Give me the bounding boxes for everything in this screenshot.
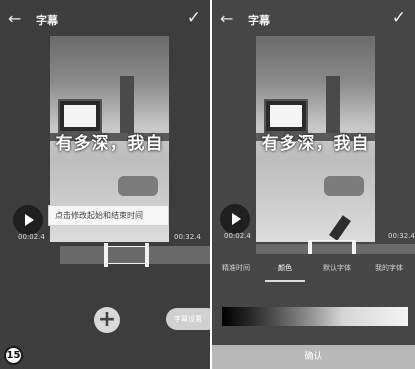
video-scene-tv	[264, 99, 308, 133]
color-picker-slider[interactable]	[222, 307, 408, 326]
range-end-handle[interactable]	[145, 243, 149, 267]
back-arrow-icon[interactable]: ←	[8, 10, 21, 28]
page-title: 字幕	[36, 14, 58, 27]
tab-default-font[interactable]: 默认字体	[323, 263, 351, 273]
step-number-badge: 15	[4, 346, 23, 365]
time-end: 00:32.4	[388, 232, 415, 240]
back-arrow-icon[interactable]: ←	[220, 10, 233, 28]
confirm-button[interactable]: 确认	[212, 345, 415, 369]
time-start: 00:02.4	[224, 232, 251, 240]
video-scene-object	[118, 176, 158, 196]
top-bar: ← 字幕 ✓	[212, 0, 415, 40]
video-scene-tv	[58, 99, 102, 133]
subtitle-settings-button[interactable]: 字幕设置	[166, 308, 210, 330]
tab-my-font[interactable]: 我的字体	[375, 263, 403, 273]
checkmark-icon[interactable]: ✓	[392, 9, 406, 27]
tab-precise-time[interactable]: 精准时间	[222, 263, 250, 273]
video-scene-object	[329, 215, 351, 241]
video-preview[interactable]: 有多深，我自	[256, 36, 375, 242]
play-icon[interactable]	[220, 204, 250, 234]
video-subtitle-text: 有多深，我自	[261, 134, 370, 154]
page-title: 字幕	[248, 14, 270, 27]
video-scene-object	[324, 176, 364, 196]
subtitle-range[interactable]	[106, 246, 148, 264]
top-bar: ← 字幕 ✓	[0, 0, 210, 40]
active-tab-indicator	[265, 280, 305, 282]
subtitle-style-panel: ← 字幕 ✓ 有多深，我自 00:02.4 00:32.4 精准时间 颜色 默认…	[212, 0, 415, 369]
video-scene-object	[120, 76, 134, 136]
style-tabs: 精准时间 颜色 默认字体 我的字体	[212, 257, 415, 282]
edit-time-hint[interactable]: 点击修改起始和结束时间	[48, 205, 169, 226]
subtitle-editor-panel: ← 字幕 ✓ 有多深，我自 点击修改起始和结束时间 00:02.4 00:32.…	[0, 0, 210, 369]
video-subtitle-text: 有多深，我自	[55, 134, 164, 154]
play-icon[interactable]	[13, 205, 43, 235]
subtitle-range[interactable]	[310, 240, 354, 244]
timeline-track[interactable]	[256, 244, 415, 254]
checkmark-icon[interactable]: ✓	[187, 9, 201, 27]
time-end: 00:32.4	[174, 233, 201, 241]
range-start-handle[interactable]	[104, 243, 108, 267]
video-scene-object	[326, 76, 340, 136]
tab-color[interactable]: 颜色	[278, 263, 292, 273]
time-start: 00:02.4	[18, 233, 45, 241]
add-subtitle-button[interactable]: +	[94, 307, 120, 333]
